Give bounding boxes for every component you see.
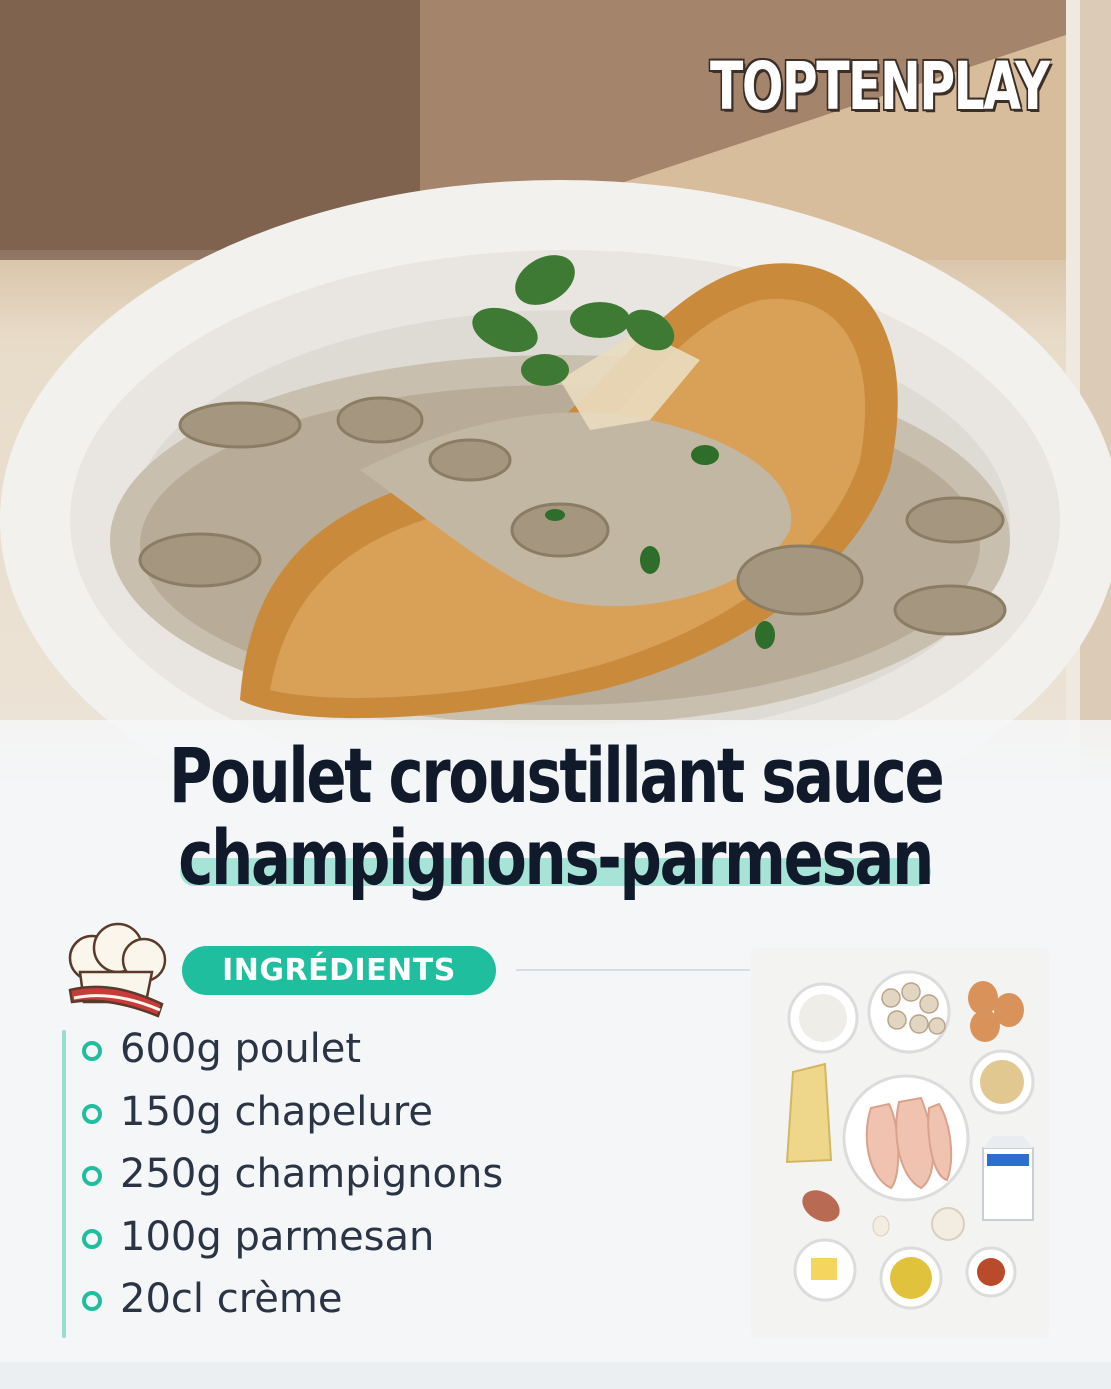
ingredient-item: 150g chapelure [80,1087,503,1150]
ingredients-photo [751,948,1049,1338]
brand-watermark: TOPTENPLAY [710,48,1050,125]
bullet-ring-icon [82,1291,102,1311]
recipe-card: TOPTENPLAY Poulet croustillant sauce cha… [0,0,1111,1389]
ingredient-item: 600g poulet [80,1024,503,1087]
bullet-ring-icon [82,1228,102,1249]
bullet-ring-icon [82,1166,102,1186]
ingredient-item: 100g parmesan [80,1212,503,1275]
ingredient-label: 600g poulet [120,1026,362,1072]
ingredient-label: 100g parmesan [120,1213,435,1260]
list-accent-rule [62,1030,66,1338]
heading-divider [516,969,750,971]
bullet-ring-icon [82,1103,102,1124]
ingredient-label: 20cl crème [120,1276,343,1322]
recipe-title-line-1: Poulet croustillant sauce [168,731,945,820]
ingredients-list: 600g poulet 150g chapelure 250g champign… [80,1024,503,1337]
ingredient-label: 150g chapelure [120,1088,433,1135]
ingredient-label: 250g champignons [120,1151,504,1197]
ingredients-flatlay-illustration [785,970,1035,1310]
hero-photo: TOPTENPLAY [0,0,1111,780]
bullet-ring-icon [82,1041,102,1061]
ingredient-item: 250g champignons [80,1149,503,1212]
ingredient-item: 20cl crème [80,1274,503,1337]
bottom-strip [0,1362,1111,1389]
recipe-title-line-2: champignons-parmesan [178,813,935,902]
ingredients-heading-badge: INGRÉDIENTS [182,946,496,995]
chef-hat-icon [68,922,167,1018]
